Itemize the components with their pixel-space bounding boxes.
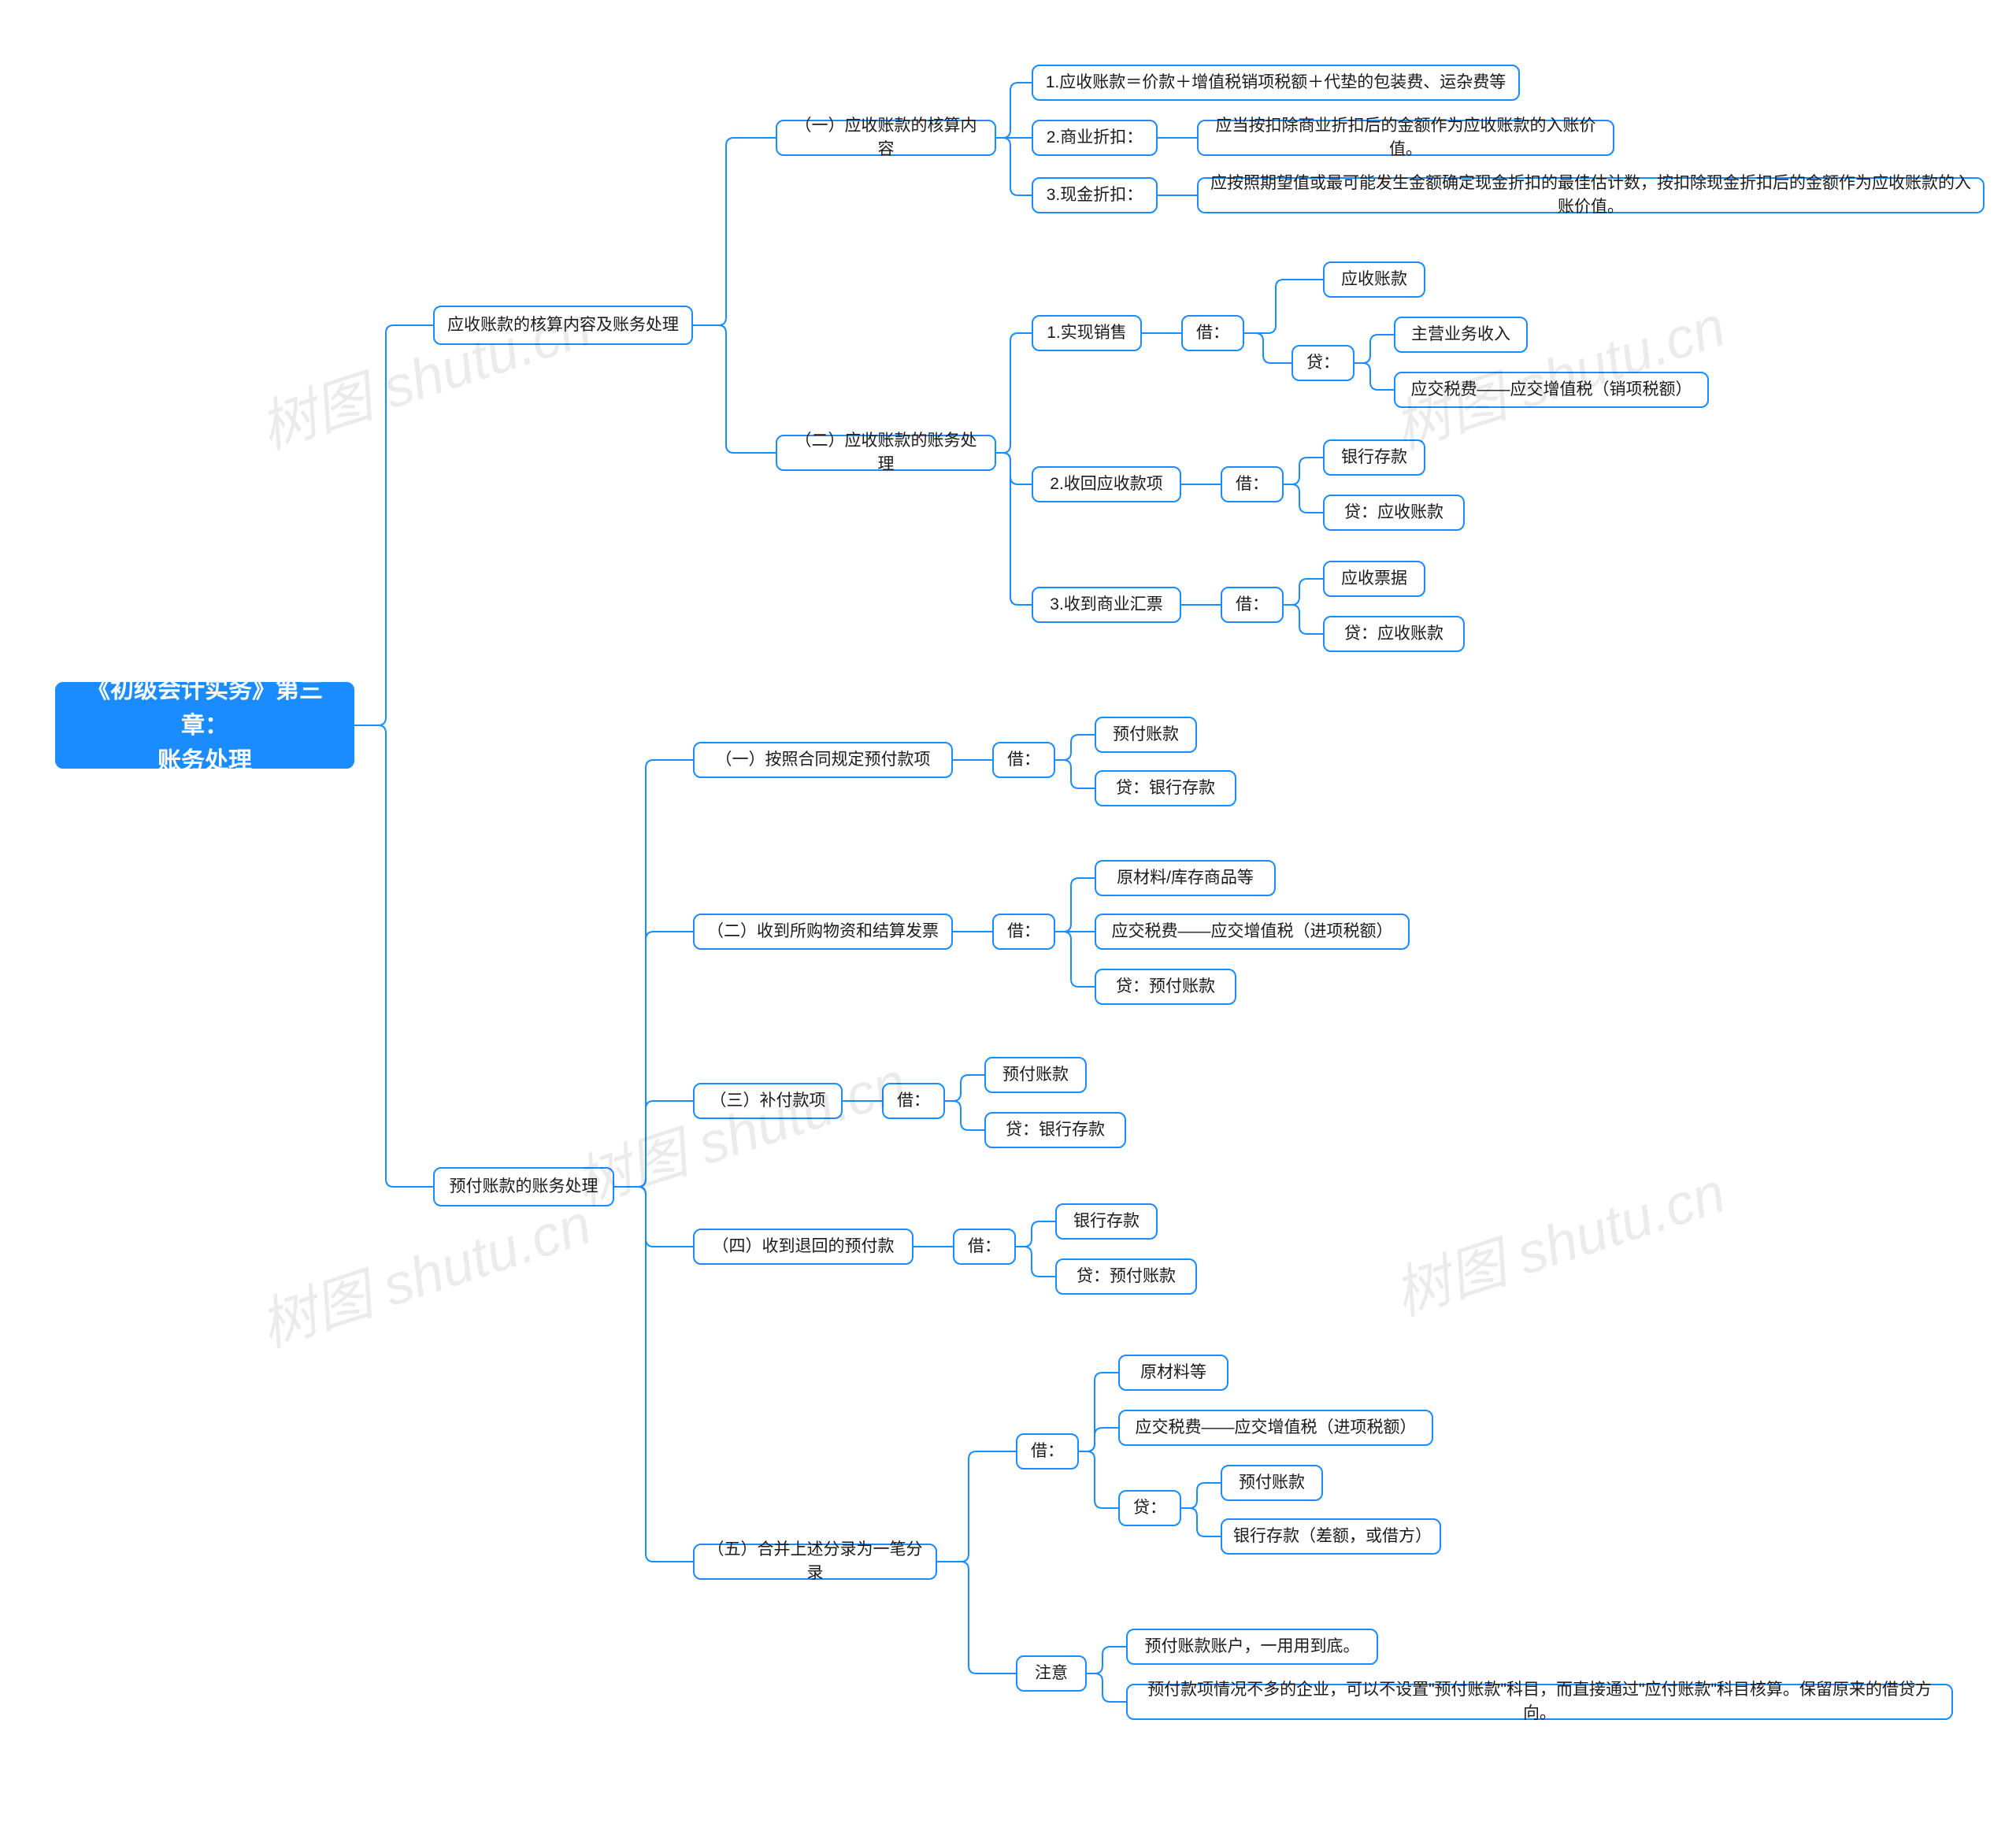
s2e-dr: 借： (1016, 1433, 1079, 1470)
s2b-title: （二）收到所购物资和结算发票 (693, 914, 953, 950)
s2e-note-detail2: 预付款项情况不多的企业，可以不设置"预付账款"科目，而直接通过"应付账款"科目核… (1126, 1684, 1953, 1720)
s1b-p3-cr-acct: 贷：应收账款 (1323, 616, 1465, 652)
s1b-p1-cr-acct1: 主营业务收入 (1394, 317, 1528, 353)
s2e-note: 注意 (1016, 1655, 1087, 1692)
s2e-cr-acct1: 预付账款 (1221, 1465, 1323, 1501)
s2e-dr-acct1: 原材料等 (1118, 1355, 1228, 1391)
root-node: 《初级会计实务》第三章：账务处理 (55, 682, 354, 769)
s2e-title: （五）合并上述分录为一笔分录 (693, 1544, 937, 1580)
s2a-title: （一）按照合同规定预付款项 (693, 742, 953, 778)
s2c-dr: 借： (882, 1083, 945, 1119)
s2c-dr-acct: 预付账款 (984, 1057, 1087, 1093)
s1b-p1-cr-acct2: 应交税费——应交增值税（销项税额） (1394, 372, 1709, 408)
s2d-dr-acct: 银行存款 (1055, 1203, 1158, 1240)
s1b-p2: 2.收回应收款项 (1032, 466, 1181, 502)
s2d-cr-acct: 贷：预付账款 (1055, 1258, 1197, 1295)
s1a-item3-detail: 应按照期望值或最可能发生金额确定现金折扣的最佳估计数，按扣除现金折扣后的金额作为… (1197, 177, 1984, 213)
s1b-p1-dr: 借： (1181, 315, 1244, 351)
s2a-dr: 借： (992, 742, 1055, 778)
s1b-p2-dr: 借： (1221, 466, 1284, 502)
s1b-p2-dr-acct: 银行存款 (1323, 439, 1425, 476)
s1b-title: （二）应收账款的账务处理 (776, 435, 996, 471)
s1b-p1: 1.实现销售 (1032, 315, 1142, 351)
s2c-cr-acct: 贷：银行存款 (984, 1112, 1126, 1148)
s2b-dr-acct1: 原材料/库存商品等 (1095, 860, 1276, 896)
s1b-p1-cr: 贷： (1292, 345, 1354, 381)
root-line1: 《初级会计实务》第三章： (87, 677, 323, 739)
s2d-dr: 借： (953, 1229, 1016, 1265)
s2e-dr-acct2: 应交税费——应交增值税（进项税额） (1118, 1410, 1433, 1446)
s1b-p2-cr-acct: 贷：应收账款 (1323, 495, 1465, 531)
s1a-item1: 1.应收账款＝价款＋增值税销项税额＋代垫的包装费、运杂费等 (1032, 65, 1520, 101)
s1a-item3: 3.现金折扣： (1032, 177, 1158, 213)
s1b-p3-dr: 借： (1221, 587, 1284, 623)
section-prepayments: 预付账款的账务处理 (433, 1167, 614, 1206)
s2b-dr-acct2: 应交税费——应交增值税（进项税额） (1095, 914, 1410, 950)
s1b-p3-dr-acct: 应收票据 (1323, 561, 1425, 597)
s2e-note-detail1: 预付账款账户，一用用到底。 (1126, 1629, 1378, 1665)
s1b-p1-dr-acct: 应收账款 (1323, 261, 1425, 298)
s2b-dr: 借： (992, 914, 1055, 950)
s2b-cr-acct: 贷：预付账款 (1095, 969, 1236, 1005)
s2a-cr-acct: 贷：银行存款 (1095, 770, 1236, 806)
s2c-title: （三）补付款项 (693, 1083, 843, 1119)
s2a-dr-acct: 预付账款 (1095, 717, 1197, 753)
s1a-item2: 2.商业折扣： (1032, 120, 1158, 156)
s1a-item2-detail: 应当按扣除商业折扣后的金额作为应收账款的入账价值。 (1197, 120, 1614, 156)
s2e-cr-acct2: 银行存款（差额，或借方） (1221, 1518, 1441, 1555)
s2d-title: （四）收到退回的预付款 (693, 1229, 914, 1265)
root-line2: 账务处理 (158, 748, 252, 774)
s1b-p3: 3.收到商业汇票 (1032, 587, 1181, 623)
s1a-title: （一）应收账款的核算内容 (776, 120, 996, 156)
s2e-cr: 贷： (1118, 1490, 1181, 1526)
section-accounts-receivable: 应收账款的核算内容及账务处理 (433, 306, 693, 345)
